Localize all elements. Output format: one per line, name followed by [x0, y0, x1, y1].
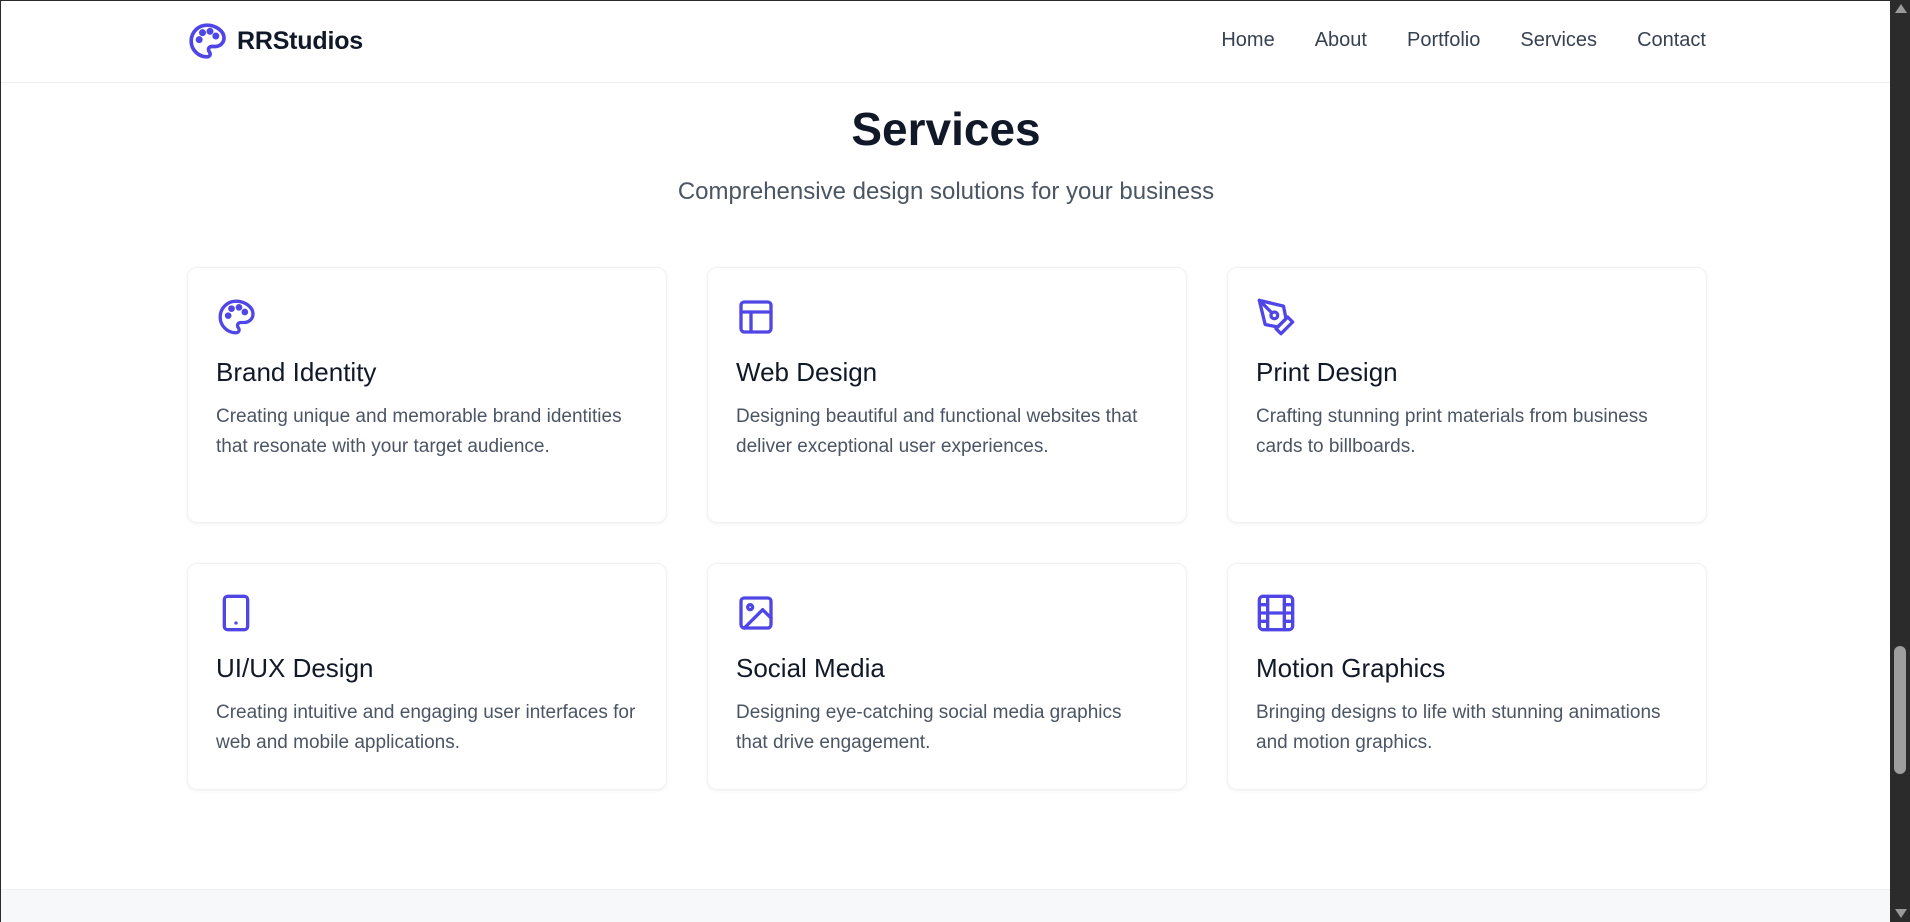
- palette-icon: [218, 299, 255, 335]
- service-card-brand-identity: Brand Identity Creating unique and memor…: [187, 267, 667, 523]
- card-title: Print Design: [1256, 357, 1398, 387]
- card-description: Creating intuitive and engaging user int…: [216, 702, 636, 753]
- image-icon: [739, 596, 773, 630]
- nav-services-link[interactable]: Services: [1520, 29, 1597, 52]
- navbar: RRStudios Home About Portfolio Services …: [1, 1, 1890, 83]
- service-card-ui-ux-design: UI/UX Design Creating intuitive and enga…: [187, 563, 667, 790]
- main-nav: Home About Portfolio Services Contact: [1221, 29, 1706, 52]
- brand-name: RRStudios: [237, 26, 363, 55]
- scrollbar-thumb[interactable]: [1894, 646, 1906, 774]
- scroll-down-arrow-icon[interactable]: [1895, 909, 1907, 918]
- tablet-icon: [222, 594, 250, 632]
- service-card-motion-graphics: Motion Graphics Bringing designs to life…: [1227, 563, 1707, 790]
- vertical-scrollbar[interactable]: [1890, 0, 1910, 922]
- card-title: Web Design: [736, 357, 878, 387]
- card-description: Creating unique and memorable brand iden…: [216, 406, 622, 457]
- film-icon: [1257, 594, 1295, 632]
- card-description: Designing beautiful and functional websi…: [736, 406, 1138, 457]
- page: RRStudios Home About Portfolio Services …: [0, 0, 1890, 922]
- service-card-web-design: Web Design Designing beautiful and funct…: [707, 267, 1187, 523]
- service-card-print-design: Print Design Crafting stunning print mat…: [1227, 267, 1707, 523]
- card-title: UI/UX Design: [216, 653, 374, 683]
- card-title: Social Media: [736, 653, 885, 683]
- palette-icon: [189, 23, 226, 59]
- nav-home-link[interactable]: Home: [1221, 29, 1274, 52]
- scroll-up-arrow-icon[interactable]: [1895, 4, 1907, 13]
- section-title: Services: [851, 103, 1041, 155]
- section-subtitle: Comprehensive design solutions for your …: [677, 178, 1215, 205]
- nav-contact-link[interactable]: Contact: [1637, 29, 1706, 52]
- services-grid: Brand Identity Creating unique and memor…: [187, 267, 1707, 790]
- card-description: Bringing designs to life with stunning a…: [1256, 702, 1661, 753]
- nav-portfolio-link[interactable]: Portfolio: [1407, 29, 1480, 52]
- next-section-edge: [1, 889, 1890, 922]
- card-description: Crafting stunning print materials from b…: [1256, 406, 1648, 457]
- layout-icon: [739, 300, 773, 334]
- service-card-social-media: Social Media Designing eye-catching soci…: [707, 563, 1187, 790]
- nav-about-link[interactable]: About: [1315, 29, 1367, 52]
- card-title: Brand Identity: [216, 357, 377, 387]
- card-title: Motion Graphics: [1256, 653, 1446, 683]
- card-description: Designing eye-catching social media grap…: [736, 702, 1122, 753]
- brand-logo[interactable]: RRStudios: [187, 21, 363, 61]
- pen-tool-icon: [1257, 298, 1295, 336]
